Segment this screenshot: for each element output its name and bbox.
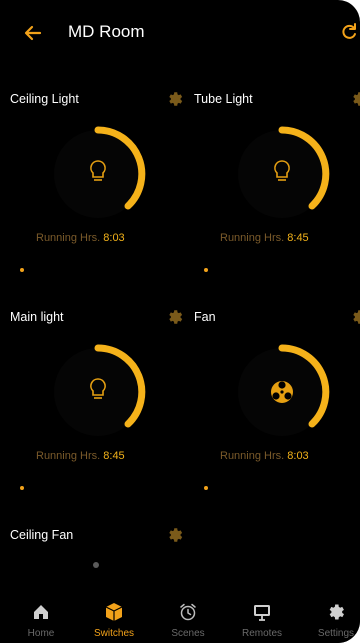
- running-hours-label: Running Hrs.: [36, 450, 101, 462]
- nav-label: Remotes: [241, 628, 282, 639]
- switch-name: Ceiling Fan: [10, 528, 74, 542]
- switch-settings-button[interactable]: [166, 90, 184, 108]
- status-dot: [20, 268, 24, 272]
- fan-icon: [271, 381, 293, 403]
- running-hours-label: Running Hrs.: [220, 232, 285, 244]
- nav-scenes[interactable]: Scenes: [152, 596, 224, 643]
- refresh-button[interactable]: [338, 20, 360, 44]
- nav-label: Scenes: [171, 628, 205, 639]
- gear-icon: [353, 92, 360, 106]
- switch-name: Tube Light: [194, 92, 253, 106]
- gear-icon: [329, 604, 344, 620]
- monitor-icon: [254, 605, 270, 621]
- alarm-clock-icon: [180, 603, 196, 621]
- nav-label: Settings: [317, 628, 355, 639]
- gear-icon: [353, 310, 360, 324]
- page-title: MD Room: [68, 22, 145, 41]
- running-hours: Running Hrs. 8:45: [36, 450, 125, 462]
- arrow-left-icon: [24, 25, 42, 41]
- status-dot: [204, 268, 208, 272]
- cube-icon: [105, 603, 123, 621]
- status-dot: [20, 486, 24, 490]
- switch-card-ceiling-light: Ceiling Light Running Hrs. 8:03: [0, 92, 183, 307]
- running-hours-value: 8:45: [287, 232, 309, 244]
- dimmer-dial[interactable]: [234, 330, 344, 440]
- home-icon: [34, 605, 48, 619]
- nav-remotes[interactable]: Remotes: [226, 596, 298, 643]
- status-dot: [93, 562, 99, 568]
- dimmer-dial[interactable]: [234, 112, 344, 222]
- switch-settings-button[interactable]: [166, 526, 184, 544]
- nav-label: Switches: [93, 628, 134, 639]
- back-button[interactable]: [20, 20, 46, 46]
- nav-settings[interactable]: Settings: [300, 596, 360, 643]
- gear-icon: [169, 528, 183, 542]
- status-dot: [204, 486, 208, 490]
- switch-name: Main light: [10, 310, 64, 324]
- switch-settings-button[interactable]: [350, 90, 360, 108]
- switch-card-fan: Fan Running Hrs. 8:03: [184, 310, 360, 525]
- dimmer-dial[interactable]: [50, 330, 160, 440]
- running-hours-value: 8:45: [103, 450, 125, 462]
- nav-home[interactable]: Home: [5, 596, 77, 643]
- running-hours: Running Hrs. 8:03: [36, 232, 125, 244]
- gear-icon: [169, 310, 183, 324]
- switch-name: Ceiling Light: [10, 92, 79, 106]
- running-hours-label: Running Hrs.: [220, 450, 285, 462]
- gear-icon: [169, 92, 183, 106]
- switch-card-main-light: Main light Running Hrs. 8:45: [0, 310, 183, 525]
- running-hours-value: 8:03: [287, 450, 309, 462]
- nav-switches[interactable]: Switches: [78, 596, 150, 643]
- switch-card-tube-light: Tube Light Running Hrs. 8:45: [184, 92, 360, 307]
- switch-name: Fan: [194, 310, 216, 324]
- dimmer-dial[interactable]: [50, 112, 160, 222]
- app-header: MD Room: [0, 0, 360, 64]
- switch-settings-button[interactable]: [350, 308, 360, 326]
- refresh-icon: [342, 23, 356, 39]
- running-hours-value: 8:03: [103, 232, 125, 244]
- running-hours-label: Running Hrs.: [36, 232, 101, 244]
- bottom-navigation: Home Switches Scenes Remotes Settings: [0, 596, 360, 643]
- phone-screen: MD Room Ceiling Light Running Hrs. 8:03 …: [0, 0, 360, 643]
- running-hours: Running Hrs. 8:45: [220, 232, 309, 244]
- switch-settings-button[interactable]: [166, 308, 184, 326]
- running-hours: Running Hrs. 8:03: [220, 450, 309, 462]
- nav-label: Home: [27, 628, 55, 639]
